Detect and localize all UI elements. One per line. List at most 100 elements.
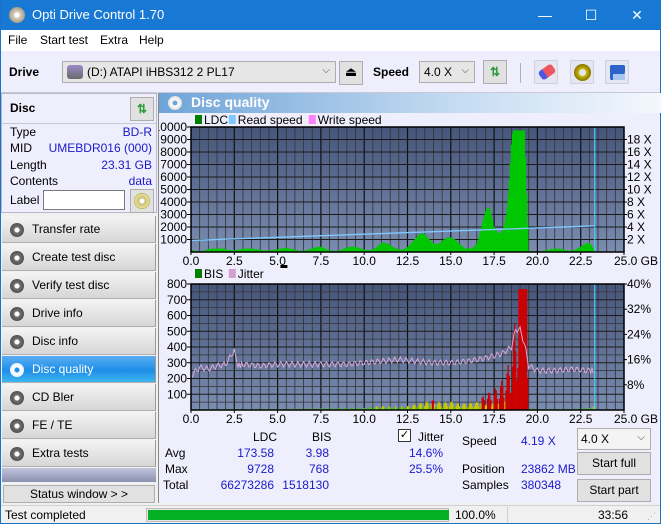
nav-fe-te[interactable]: FE / TE [2,412,156,439]
avg-ldc: 173.58 [237,446,274,460]
label-input[interactable] [43,190,125,210]
settings-icon [574,64,591,81]
row-value: data [128,174,152,188]
y-tick-label: 5000 [160,183,187,197]
nav-extra-tests[interactable]: Extra tests [2,440,156,467]
disc-row-mid: MID UMEBDR016 (000) [10,141,152,157]
legend-label: BIS [204,267,223,281]
drive-value: (D:) ATAPI iHBS312 2 PL17 [87,65,235,79]
y2-tick-label: 40% [627,277,651,291]
speed-select[interactable]: 4.0 X ⌵ [419,61,475,83]
y-tick-label: 10000 [159,120,187,134]
y-tick-label: 4000 [160,195,187,209]
chevron-down-icon: ⌵ [637,432,645,443]
menu-help[interactable]: Help [139,33,164,47]
disc-quality-icon [168,96,182,110]
charts-area: 1000200030004000500060007000800090001000… [159,113,658,426]
x-tick-label: 5.0 [269,412,286,426]
max-label: Max [165,462,188,476]
disc-quality-icon [10,363,24,377]
position-label: Position [462,462,505,476]
nav-label: Transfer rate [32,222,101,236]
legend-swatch [308,115,316,124]
nav-label: Verify test disc [32,278,110,292]
transfer-rate-icon [10,223,24,237]
drive-select[interactable]: (D:) ATAPI iHBS312 2 PL17 ⌵ [62,61,336,83]
y2-tick-label: 6 X [627,208,645,222]
nav-verify-test-disc[interactable]: Verify test disc [2,272,156,299]
nav-transfer-rate[interactable]: Transfer rate [2,216,156,243]
minimize-button[interactable]: — [522,0,568,30]
title-bar: Opti Drive Control 1.70 — ☐ ✕ [1,0,660,30]
label-disc-button[interactable] [130,189,154,213]
row-value: UMEBDR016 (000) [48,141,152,155]
menu-start-test[interactable]: Start test [40,33,88,47]
cd-bler-icon [10,391,24,405]
y2-tick-label: 2 X [627,233,645,247]
speed-stat-value: 4.19 X [521,434,556,448]
drive-icon [67,65,83,79]
x-tick-label: 2.5 [226,254,243,268]
fe-te-icon [10,419,24,433]
total-bis: 1518130 [282,478,329,492]
x-tick-label: 10.0 [353,254,377,268]
nav-drive-info[interactable]: Drive info [2,300,156,327]
panel-header: Disc quality [159,93,661,113]
resize-grip-icon[interactable]: ⋰ [647,511,656,522]
nav-cd-bler[interactable]: CD Bler [2,384,156,411]
y-tick-label: 400 [167,340,187,354]
y2-tick-label: 32% [627,302,651,316]
x-tick-label: 10.0 [353,412,377,426]
disc-refresh-button[interactable]: ⇅ [130,97,154,121]
x-tick-label: 12.5 [396,254,420,268]
label-key: Label [10,193,40,207]
y-tick-label: 3000 [160,208,187,222]
legend-label: LDC [204,113,228,127]
disc-row-length: Length 23.31 GB [10,158,152,174]
eject-button[interactable]: ⏏ [339,61,363,85]
disc-header: Disc [10,101,36,115]
menu-file[interactable]: File [8,33,27,47]
progress-text: 100.0% [455,508,496,522]
legend-swatch [228,269,236,278]
drive-label: Drive [9,65,40,79]
nav-disc-info[interactable]: Disc info [2,328,156,355]
x-tick-label: 17.5 [482,254,506,268]
y2-tick-label: 8 X [627,195,645,209]
refresh-button[interactable]: ⇅ [483,60,507,84]
status-divider [507,507,508,523]
y-tick-label: 8000 [160,145,187,159]
start-part-button[interactable]: Start part [577,479,651,502]
maximize-button[interactable]: ☐ [568,0,614,30]
refresh-icon: ⇅ [136,102,148,116]
erase-button[interactable] [534,60,558,84]
close-button[interactable]: ✕ [614,0,660,30]
chevron-down-icon: ⌵ [461,65,469,76]
x-tick-label: 15.0 [439,412,463,426]
legend-label: Write speed [318,113,382,127]
eject-icon: ⏏ [344,64,358,79]
save-button[interactable] [605,60,629,84]
legend-label: Jitter [238,267,264,281]
y-tick-label: 500 [167,324,187,338]
menu-extra[interactable]: Extra [100,33,128,47]
start-full-button[interactable]: Start full [577,452,651,475]
test-speed-select[interactable]: 4.0 X ⌵ [577,428,651,450]
nav-disc-quality[interactable]: Disc quality [2,356,156,383]
max-bis: 768 [308,462,329,476]
jitter-checkbox[interactable]: ✓ [398,429,411,442]
settings-button[interactable] [570,60,594,84]
toolbar-separator [520,63,521,83]
total-ldc: 66273286 [220,478,274,492]
col-ldc-header: LDC [253,430,278,444]
y-tick-label: 800 [167,277,187,291]
avg-bis: 3.98 [305,446,329,460]
y-tick-label: 9000 [160,133,187,147]
status-window-button[interactable]: Status window > > [3,485,155,503]
max-ldc: 9728 [247,462,274,476]
nav-label: FE / TE [32,418,73,432]
legend-marker [280,265,288,268]
test-speed-value: 4.0 X [581,432,610,446]
jitter-label: Jitter [418,430,445,444]
nav-create-test-disc[interactable]: Create test disc [2,244,156,271]
